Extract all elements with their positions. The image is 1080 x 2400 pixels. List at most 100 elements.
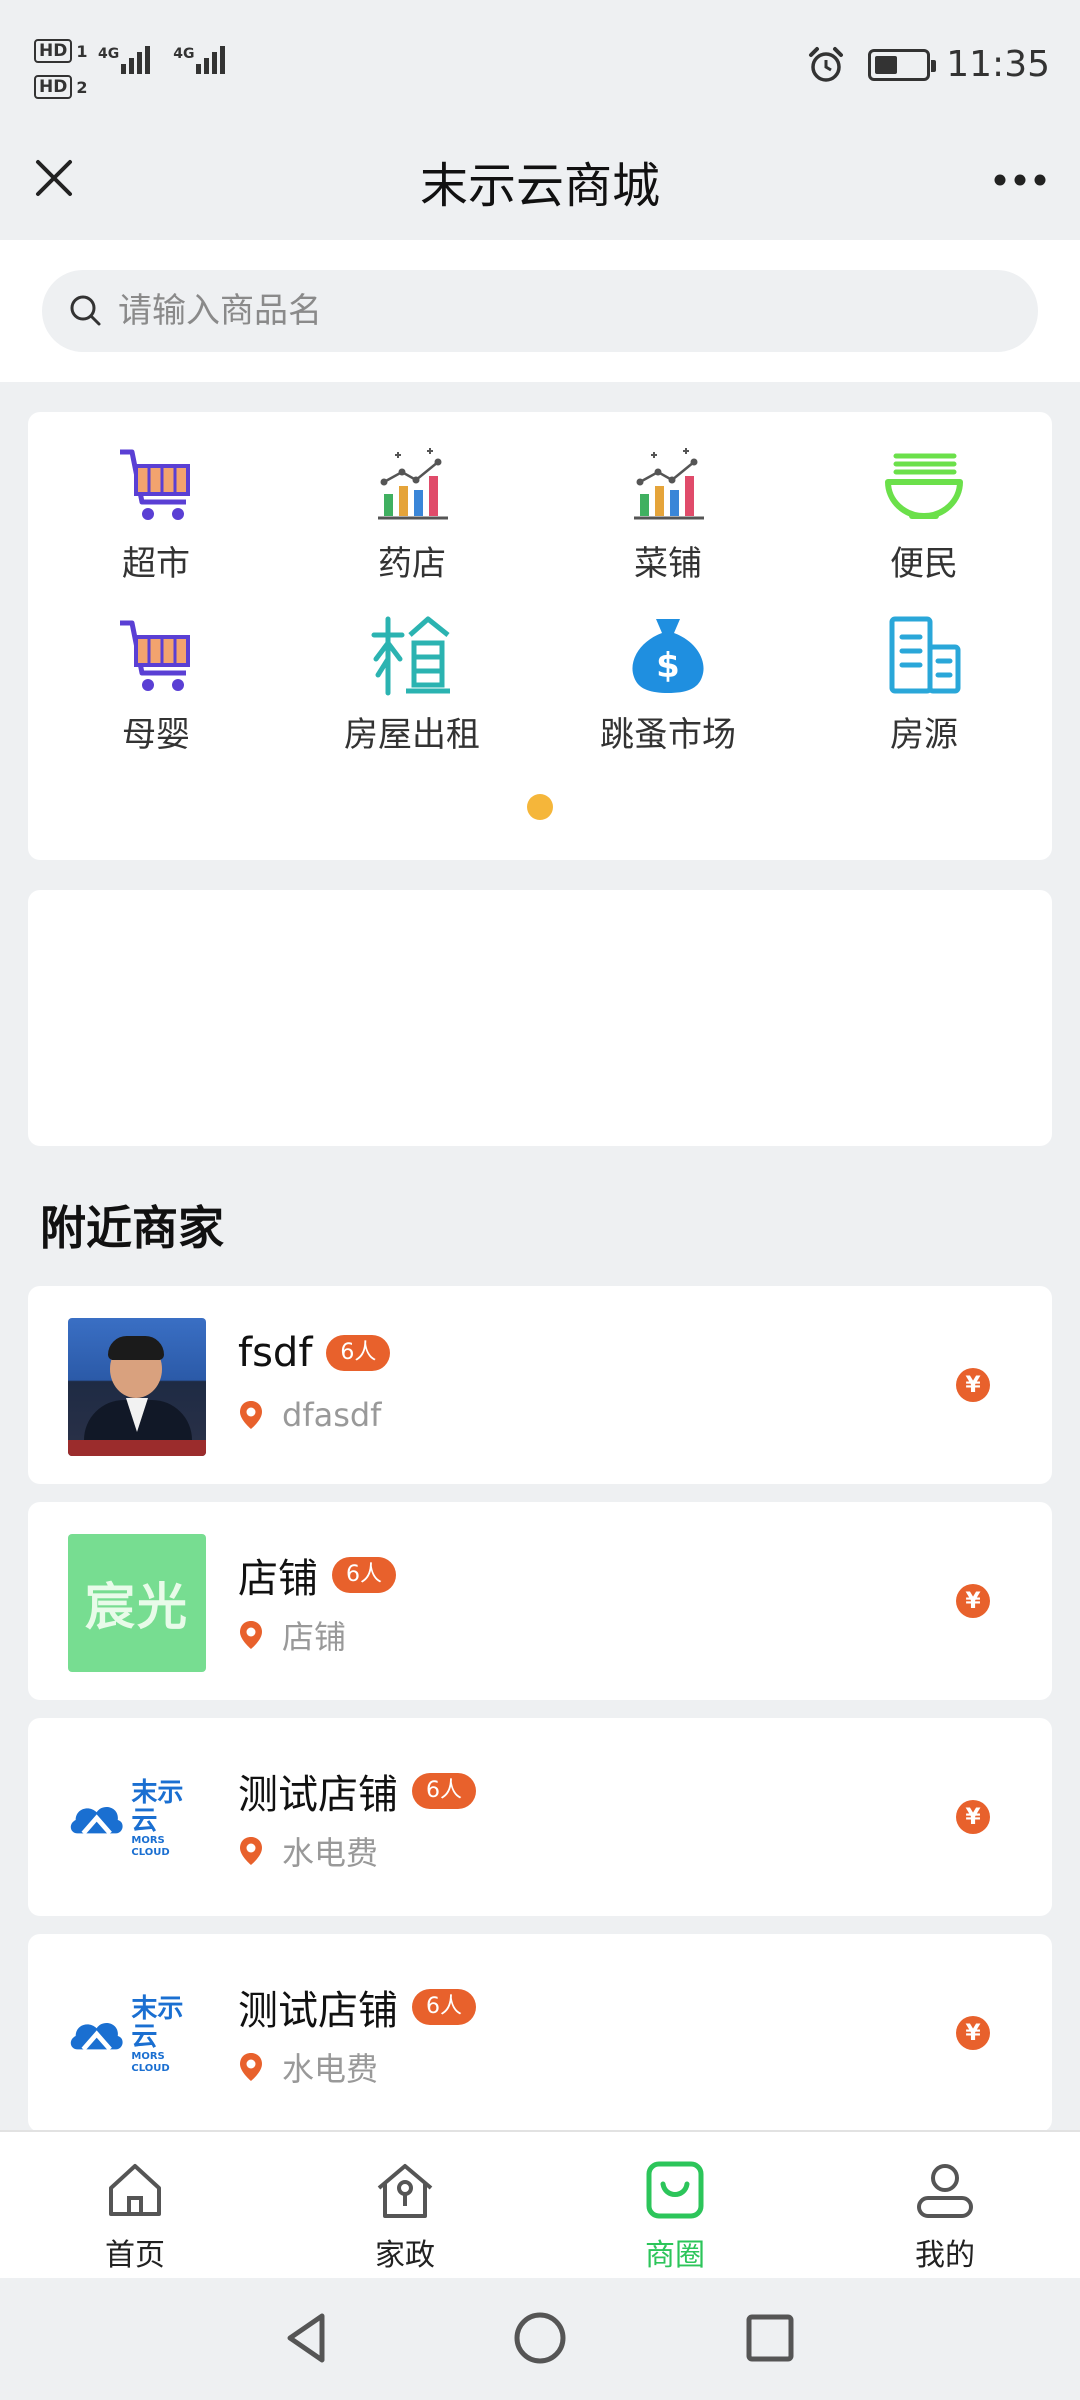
nav-label: 我的 xyxy=(915,2238,975,2273)
category-label: 房屋出租 xyxy=(344,715,480,755)
more-options-icon[interactable] xyxy=(990,160,1050,200)
category-supermarket[interactable]: 超市 xyxy=(28,442,284,585)
category-pharmacy[interactable]: 药店 xyxy=(284,442,540,585)
nav-item-business-circle[interactable]: 商圈 xyxy=(540,2132,810,2278)
svg-text:$: $ xyxy=(656,646,680,686)
pager-dot xyxy=(527,794,553,820)
merchant-card[interactable]: fsdf 6人 dfasdf ¥ xyxy=(28,1286,1052,1484)
user-icon xyxy=(917,2164,973,2218)
merchant-name: 测试店铺 xyxy=(238,1988,398,2034)
logo-cn: 末示云 xyxy=(131,1778,184,1836)
section-heading-nearby: 附近商家 xyxy=(40,1201,224,1255)
category-label: 菜铺 xyxy=(634,544,702,584)
status-bar: HD 1 HD 2 4G 4G 11:35 xyxy=(0,0,1080,130)
nav-item-housekeeping[interactable]: 家政 xyxy=(270,2132,540,2278)
logo-en: MORS CLOUD xyxy=(131,2051,170,2074)
sim1-number: 1 xyxy=(76,41,88,61)
merchant-address: 水电费 xyxy=(282,2050,379,2088)
people-count-badge: 6人 xyxy=(412,1773,476,1809)
nav-item-home[interactable]: 首页 xyxy=(0,2132,270,2278)
shopping-cart-icon xyxy=(120,449,190,520)
category-vegetable-shop[interactable]: 菜铺 xyxy=(540,442,796,585)
merchant-thumbnail: 末示云 MORS CLOUD xyxy=(68,1750,206,1888)
category-mother-baby[interactable]: 母婴 xyxy=(28,613,284,756)
search-section xyxy=(0,240,1080,382)
logo-cn: 末示云 xyxy=(131,1994,184,2052)
merchant-card[interactable]: 宸光 店铺 6人 店铺 ¥ xyxy=(28,1502,1052,1700)
yen-icon[interactable]: ¥ xyxy=(956,2016,990,2050)
merchant-name: 店铺 xyxy=(238,1556,318,1602)
noodle-bowl-icon xyxy=(885,453,963,519)
people-count-badge: 6人 xyxy=(326,1335,391,1371)
banner-area[interactable] xyxy=(28,890,1052,1146)
merchant-thumbnail xyxy=(68,1318,206,1456)
search-input[interactable] xyxy=(118,291,998,331)
bar-chart-icon xyxy=(634,448,704,520)
search-icon xyxy=(70,295,101,326)
signal-group: 4G 4G xyxy=(98,46,248,74)
recent-apps-square-icon[interactable] xyxy=(740,2308,800,2368)
cloud-logo-icon xyxy=(70,1806,123,1835)
category-label: 超市 xyxy=(122,544,190,584)
search-box[interactable] xyxy=(42,270,1038,352)
bar-chart-icon xyxy=(378,448,448,520)
logo-en: MORS CLOUD xyxy=(131,1835,170,1858)
sim-indicators: HD 1 HD 2 xyxy=(34,36,95,108)
location-pin-icon xyxy=(240,1621,262,1649)
nav-label: 家政 xyxy=(375,2238,435,2273)
building-icon xyxy=(889,616,961,694)
home-circle-icon[interactable] xyxy=(510,2308,570,2368)
location-pin-icon xyxy=(240,1837,262,1865)
yen-icon[interactable]: ¥ xyxy=(956,1368,990,1402)
back-triangle-icon[interactable] xyxy=(278,2308,338,2368)
category-card: 超市 药店 菜铺 便民 母婴 房屋出租 $ 跳蚤市场 房源 xyxy=(28,412,1052,860)
merchant-address: 水电费 xyxy=(282,1834,379,1872)
signal-icon-2: 4G xyxy=(173,46,228,74)
category-convenience[interactable]: 便民 xyxy=(796,442,1052,585)
housekeeping-icon xyxy=(377,2164,433,2218)
network-type-1: 4G xyxy=(98,46,120,62)
category-house-rental[interactable]: 房屋出租 xyxy=(284,613,540,756)
people-count-badge: 6人 xyxy=(332,1557,396,1593)
merchant-address: 店铺 xyxy=(282,1618,347,1656)
alarm-icon xyxy=(809,46,844,82)
merchant-thumbnail: 末示云 MORS CLOUD xyxy=(68,1966,206,2104)
sim2-number: 2 xyxy=(76,77,88,97)
category-label: 便民 xyxy=(890,544,958,584)
nav-label: 商圈 xyxy=(645,2238,705,2273)
bottom-nav: 首页 家政 商圈 我的 xyxy=(0,2130,1080,2278)
merchant-name: 测试店铺 xyxy=(238,1772,398,1818)
thumbnail-text: 宸光 xyxy=(85,1578,189,1636)
location-pin-icon xyxy=(240,2053,262,2081)
title-bar: 末示云商城 xyxy=(0,130,1080,240)
hd-badge-2: HD xyxy=(34,75,73,99)
nav-item-mine[interactable]: 我的 xyxy=(810,2132,1080,2278)
category-grid: 超市 药店 菜铺 便民 母婴 房屋出租 $ 跳蚤市场 房源 xyxy=(28,442,1052,756)
category-label: 房源 xyxy=(890,715,958,755)
category-listings[interactable]: 房源 xyxy=(796,613,1052,756)
battery-level xyxy=(875,55,897,74)
people-count-badge: 6人 xyxy=(412,1989,476,2025)
page-title: 末示云商城 xyxy=(419,158,660,214)
nav-label: 首页 xyxy=(105,2238,165,2273)
location-pin-icon xyxy=(240,1401,262,1429)
hd-badge-1: HD xyxy=(34,39,73,63)
home-icon xyxy=(109,2164,161,2216)
merchant-thumbnail: 宸光 xyxy=(68,1534,206,1672)
signal-icon-1: 4G xyxy=(98,46,153,74)
merchant-card[interactable]: 末示云 MORS CLOUD 测试店铺 6人 水电费 ¥ xyxy=(28,1934,1052,2132)
money-bag-icon: $ xyxy=(632,619,704,693)
category-label: 跳蚤市场 xyxy=(600,715,736,755)
category-label: 母婴 xyxy=(122,715,190,755)
yen-icon[interactable]: ¥ xyxy=(956,1584,990,1618)
yen-icon[interactable]: ¥ xyxy=(956,1800,990,1834)
mors-cloud-logo: 末示云 MORS CLOUD xyxy=(68,1995,206,2075)
merchant-card[interactable]: 末示云 MORS CLOUD 测试店铺 6人 水电费 ¥ xyxy=(28,1718,1052,1916)
merchant-address: dfasdf xyxy=(282,1396,382,1434)
merchant-name: fsdf xyxy=(238,1330,313,1376)
category-flea-market[interactable]: $ 跳蚤市场 xyxy=(540,613,796,756)
cloud-logo-icon xyxy=(70,2022,123,2051)
network-type-2: 4G xyxy=(173,46,195,62)
clock: 11:35 xyxy=(946,44,1050,85)
mors-cloud-logo: 末示云 MORS CLOUD xyxy=(68,1779,206,1859)
